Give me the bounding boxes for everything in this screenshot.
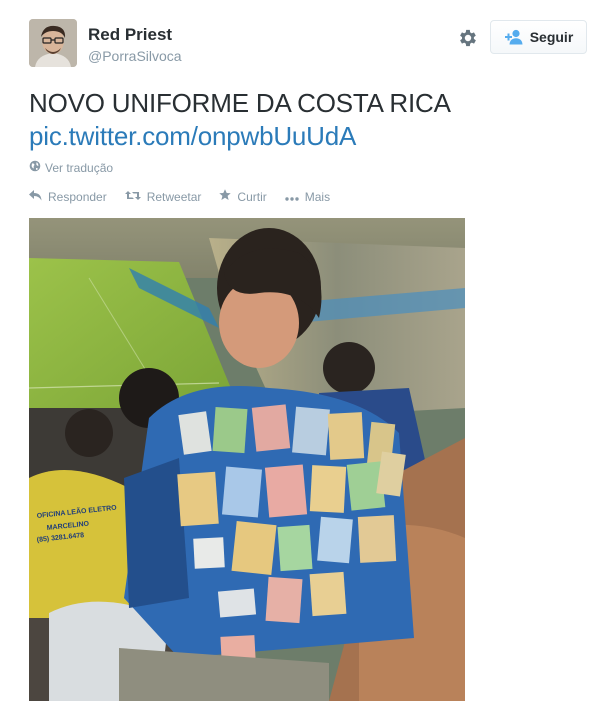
follow-button[interactable]: Seguir <box>490 20 587 54</box>
follow-label: Seguir <box>529 29 574 45</box>
add-user-icon <box>504 29 524 45</box>
retweet-icon <box>124 190 141 204</box>
avatar-photo <box>29 19 77 67</box>
like-button[interactable]: Curtir <box>219 189 267 204</box>
gear-icon[interactable] <box>457 27 479 49</box>
more-label: Mais <box>304 189 331 204</box>
translate-link[interactable]: Ver tradução <box>29 160 113 175</box>
reply-icon <box>29 189 42 204</box>
star-icon <box>219 189 232 204</box>
tweet-photo[interactable]: OFICINA LEÃO ELETRO MARCELINO (85) 3281.… <box>29 218 465 701</box>
reply-label: Responder <box>48 189 107 204</box>
user-handle[interactable]: @PorraSilvoca <box>88 48 182 64</box>
user-display-name[interactable]: Red Priest <box>88 25 172 45</box>
globe-icon <box>29 160 41 175</box>
more-button[interactable]: Mais <box>285 189 330 204</box>
tweet-text: NOVO UNIFORME DA COSTA RICA <box>29 88 451 118</box>
retweet-label: Retweetar <box>146 189 202 204</box>
tweet-actions: Responder Retweetar Curtir Mais <box>29 189 330 204</box>
translate-label: Ver tradução <box>45 160 114 175</box>
retweet-button[interactable]: Retweetar <box>124 189 202 204</box>
reply-button[interactable]: Responder <box>29 189 107 204</box>
like-label: Curtir <box>237 189 267 204</box>
more-icon <box>285 190 299 204</box>
tweet-pic-link[interactable]: pic.twitter.com/onpwbUuUdA <box>29 119 356 153</box>
stadium-photo: OFICINA LEÃO ELETRO MARCELINO (85) 3281.… <box>29 218 465 701</box>
avatar[interactable] <box>29 19 77 67</box>
